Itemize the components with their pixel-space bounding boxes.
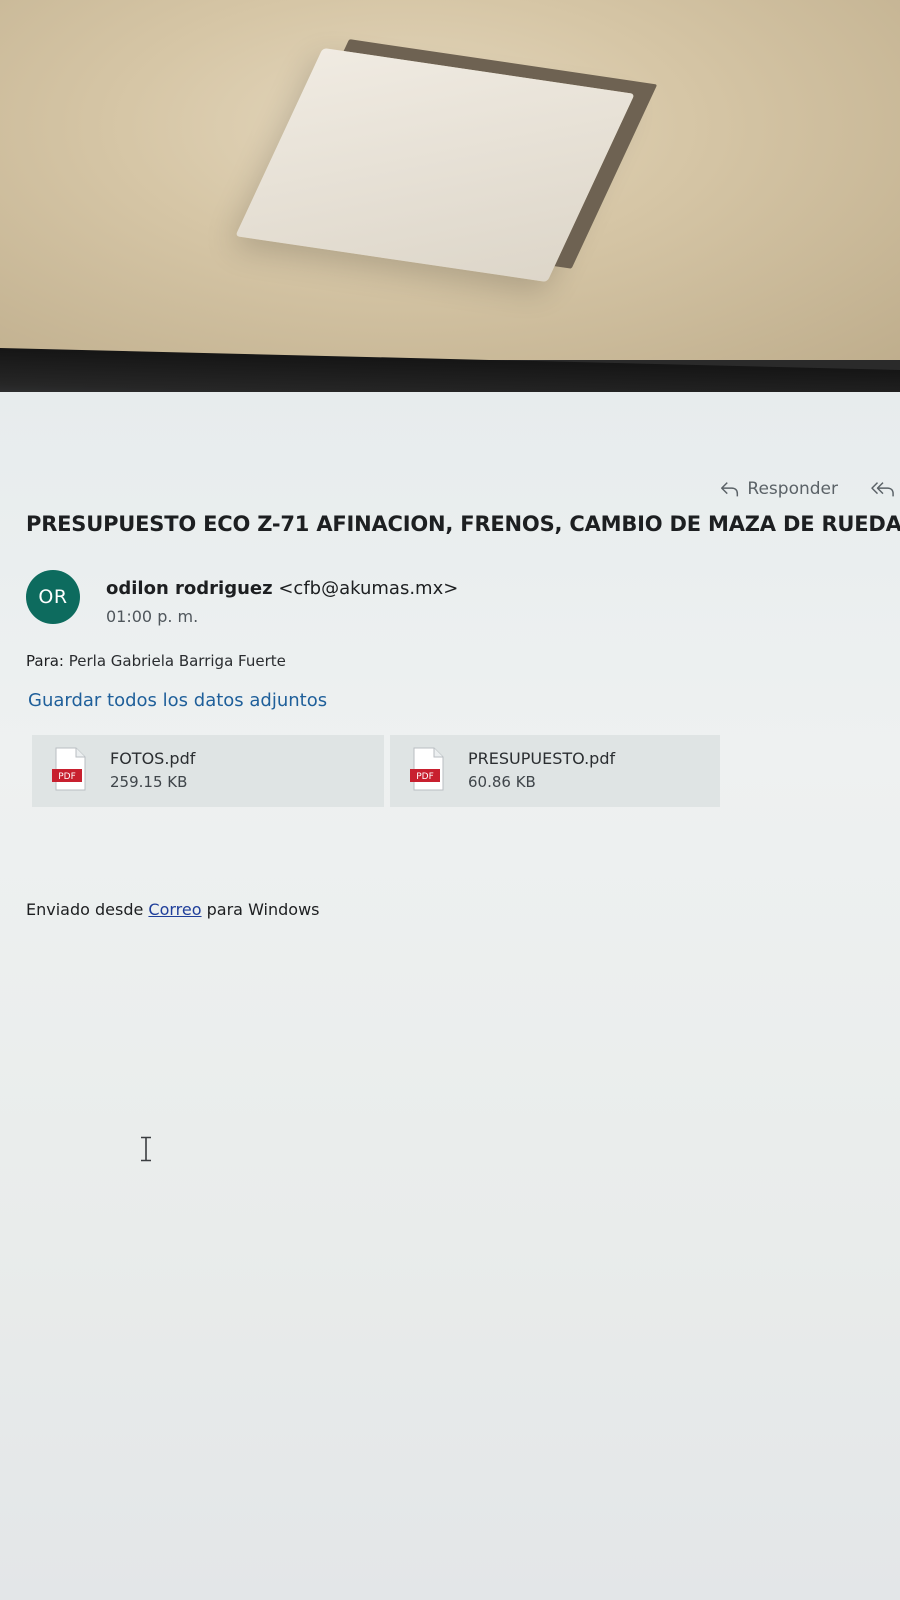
- attachment-presupuesto[interactable]: PDF PRESUPUESTO.pdf 60.86 KB: [390, 735, 720, 807]
- pdf-file-icon: PDF: [52, 747, 86, 791]
- message-actions: Responder: [719, 476, 900, 502]
- message-subject: PRESUPUESTO ECO Z-71 AFINACION, FRENOS, …: [26, 512, 900, 536]
- attachment-size: 60.86 KB: [468, 773, 536, 791]
- text-cursor-icon: [141, 1136, 151, 1162]
- recipients-line: Para: Perla Gabriela Barriga Fuerte: [26, 652, 286, 670]
- attachment-fotos[interactable]: PDF FOTOS.pdf 259.15 KB: [32, 735, 384, 807]
- avatar-initials: OR: [38, 586, 68, 608]
- body-prefix: Enviado desde: [26, 900, 149, 919]
- sender-email[interactable]: <cfb@akumas.mx>: [278, 578, 458, 599]
- background-ceiling: [0, 0, 900, 360]
- svg-text:PDF: PDF: [416, 772, 434, 782]
- sender-line: odilon rodriguez <cfb@akumas.mx>: [106, 578, 458, 599]
- save-all-attachments-link[interactable]: Guardar todos los datos adjuntos: [28, 690, 327, 711]
- message-body: Enviado desde Correo para Windows: [26, 900, 319, 919]
- body-suffix: para Windows: [201, 900, 320, 919]
- pdf-file-icon: PDF: [410, 747, 444, 791]
- message-time: 01:00 p. m.: [106, 607, 199, 626]
- svg-text:PDF: PDF: [58, 772, 76, 782]
- mail-reading-pane: Responder PRESUPUESTO ECO Z-71 AFINACION…: [0, 392, 900, 1600]
- reply-label: Responder: [747, 479, 838, 499]
- attachment-name: PRESUPUESTO.pdf: [468, 749, 616, 768]
- reply-icon: [721, 482, 739, 497]
- to-label: Para:: [26, 652, 64, 670]
- ceiling-light-fixture: [235, 47, 635, 283]
- attachment-size: 259.15 KB: [110, 773, 188, 791]
- correo-link[interactable]: Correo: [148, 900, 201, 919]
- attachments-list: PDF FOTOS.pdf 259.15 KB PDF PRESUPUESTO.…: [32, 735, 722, 807]
- sender-name[interactable]: odilon rodriguez: [106, 578, 273, 599]
- reply-all-icon[interactable]: [870, 478, 896, 500]
- sender-avatar[interactable]: OR: [26, 570, 80, 624]
- reply-button[interactable]: Responder: [719, 478, 838, 500]
- attachment-name: FOTOS.pdf: [110, 749, 196, 768]
- to-recipient[interactable]: Perla Gabriela Barriga Fuerte: [69, 652, 286, 670]
